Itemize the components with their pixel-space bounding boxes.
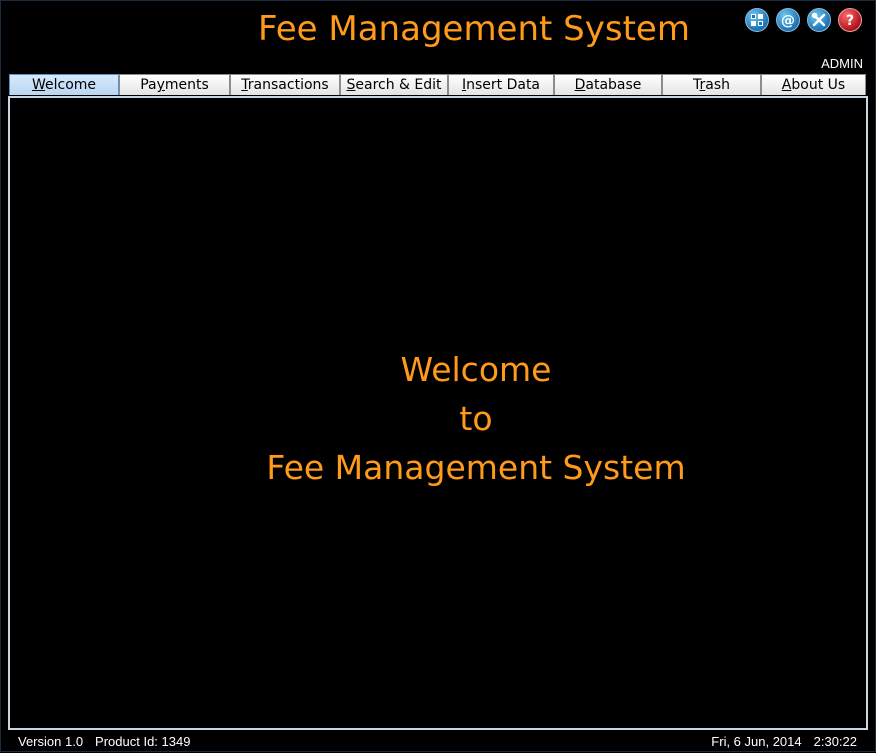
tab-mnemonic-letter: A — [781, 77, 792, 93]
tab-payments[interactable]: Payments — [119, 74, 230, 95]
toolbar-icons: @ ? — [745, 8, 862, 32]
tab-mnemonic-letter: y — [156, 77, 165, 93]
tab-mnemonic-letter: I — [461, 77, 467, 93]
tab-transactions[interactable]: Transactions — [230, 74, 340, 95]
tools-icon[interactable] — [807, 8, 831, 32]
tab-mnemonic-letter: T — [241, 77, 248, 93]
tab-bar: Welcome Payments Transactions Search & E… — [9, 74, 867, 96]
time-label: 2:30:22 — [813, 734, 857, 749]
welcome-message: Welcome to Fee Management System — [10, 345, 876, 492]
current-user-label: ADMIN — [821, 56, 863, 71]
welcome-line-1: Welcome — [400, 350, 552, 389]
help-icon[interactable]: ? — [838, 8, 862, 32]
apps-grid-icon[interactable] — [745, 8, 769, 32]
tab-mnemonic-letter: D — [574, 77, 586, 93]
tab-insert-data[interactable]: Insert Data — [448, 74, 554, 95]
email-icon[interactable]: @ — [776, 8, 800, 32]
product-id-label: Product Id: 1349 — [95, 734, 191, 749]
welcome-line-2: to — [459, 399, 493, 438]
tab-mnemonic-letter: W — [31, 77, 45, 93]
tab-content-panel: Welcome to Fee Management System — [8, 96, 868, 730]
version-label: Version 1.0 — [18, 734, 84, 749]
tab-search-edit[interactable]: Search & Edit — [340, 74, 448, 95]
tab-about-us[interactable]: About Us — [761, 74, 866, 95]
tab-database[interactable]: Database — [554, 74, 662, 95]
tab-mnemonic-letter: r — [699, 77, 706, 93]
status-bar: Version 1.0 Product Id: 1349 Fri, 6 Jun, … — [1, 731, 876, 753]
svg-text:?: ? — [846, 13, 854, 28]
svg-text:@: @ — [781, 13, 795, 28]
main-window: Fee Management System @ ? ADMIN Welcome … — [0, 0, 876, 752]
tab-mnemonic-letter: S — [346, 77, 356, 93]
tab-trash[interactable]: Trash — [662, 74, 761, 95]
date-label: Fri, 6 Jun, 2014 — [711, 734, 802, 749]
welcome-line-3: Fee Management System — [266, 448, 686, 487]
tab-welcome[interactable]: Welcome — [9, 74, 119, 95]
